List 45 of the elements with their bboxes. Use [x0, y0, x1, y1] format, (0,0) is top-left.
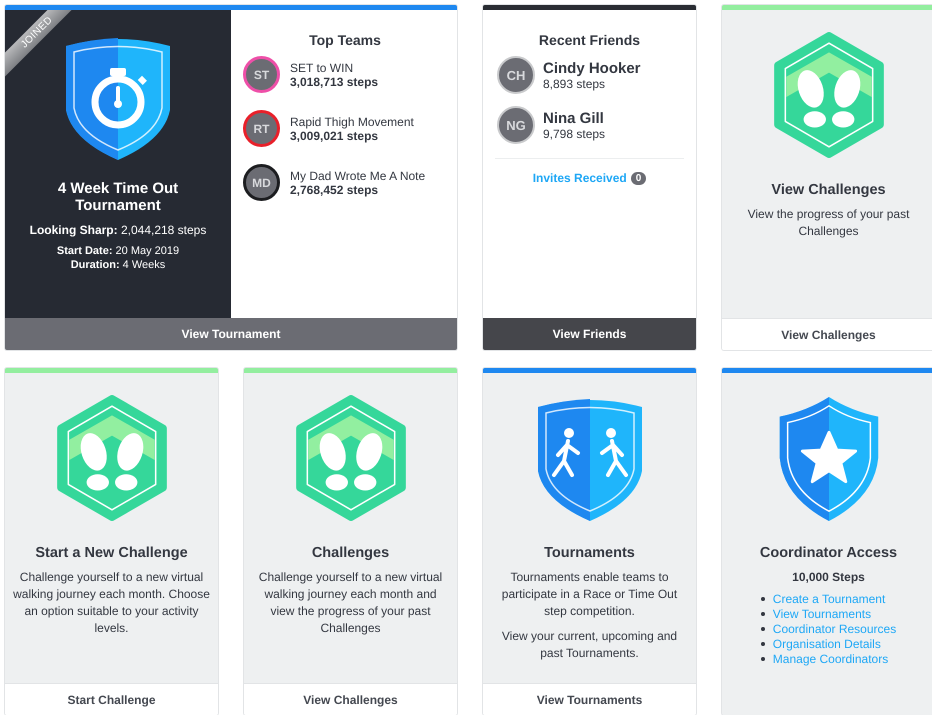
team-avatar: RT	[243, 110, 280, 147]
team-avatar: MD	[243, 164, 280, 201]
card-button[interactable]: View Challenges	[244, 683, 457, 715]
bullet-icon	[760, 597, 765, 601]
duration: Duration: 4 Weeks	[70, 258, 166, 272]
team-name: Rapid Thigh Movement	[290, 114, 414, 128]
card-title: Coordinator Access	[760, 545, 898, 561]
invites-count: 0	[630, 172, 646, 184]
team-avatar: ST	[243, 56, 280, 93]
friend-steps: 8,893 steps	[543, 76, 641, 90]
bullet-icon	[760, 642, 765, 646]
card-description: Challenge yourself to a new virtual walking journey each month and view the progress of your past Challenges	[258, 569, 444, 637]
card-button[interactable]: View Challenges	[722, 318, 932, 350]
recent-friends-heading: Recent Friends	[538, 32, 642, 48]
team-steps: 3,009,021 steps	[290, 128, 414, 142]
top-teams-heading: Top Teams	[308, 32, 382, 48]
team-name: My Dad Wrote Me A Note	[290, 168, 426, 182]
card-button[interactable]: View Tournaments	[483, 683, 696, 715]
card-button[interactable]: Start Challenge	[5, 683, 218, 715]
team-steps: 3,018,713 steps	[290, 74, 378, 88]
card-title: View Challenges	[771, 182, 886, 198]
team-steps: Looking Sharp: 2,044,218 steps	[30, 223, 206, 237]
friend-name: Nina Gill	[543, 110, 605, 126]
start-date: Start Date: 20 May 2019	[56, 244, 180, 258]
friend-avatar: CH	[497, 56, 535, 94]
card-subtitle: 10,000 Steps	[792, 570, 865, 584]
friend-name: Cindy Hooker	[543, 60, 641, 76]
card-title: Tournaments	[544, 545, 635, 561]
friend-avatar: NG	[497, 106, 535, 144]
card-description: View the progress of your past Challenges	[746, 206, 910, 240]
view-tournament-button[interactable]: View Tournament	[5, 318, 457, 350]
card-title: Start a New Challenge	[35, 545, 188, 561]
card-description: Tournaments enable teams to participate in a Race or Time Out step competition.	[500, 569, 678, 620]
tournament-title: 4 Week Time Out Tournament	[56, 180, 180, 214]
card-description: Challenge yourself to a new virtual walking journey each month. Choose an option suitable to your activity levels.	[13, 569, 210, 637]
view-friends-button[interactable]: View Friends	[483, 318, 696, 350]
team-name: SET to WIN	[290, 60, 354, 74]
card-title: Challenges	[312, 545, 390, 561]
card-description: View your current, upcoming and past Tournaments.	[500, 628, 678, 662]
invites-link[interactable]: Invites Received	[532, 171, 627, 185]
bullet-icon	[760, 627, 765, 631]
bullet-icon	[760, 612, 765, 616]
team-steps: 2,768,452 steps	[290, 182, 426, 196]
bullet-icon	[760, 657, 765, 661]
friend-steps: 9,798 steps	[543, 126, 606, 140]
